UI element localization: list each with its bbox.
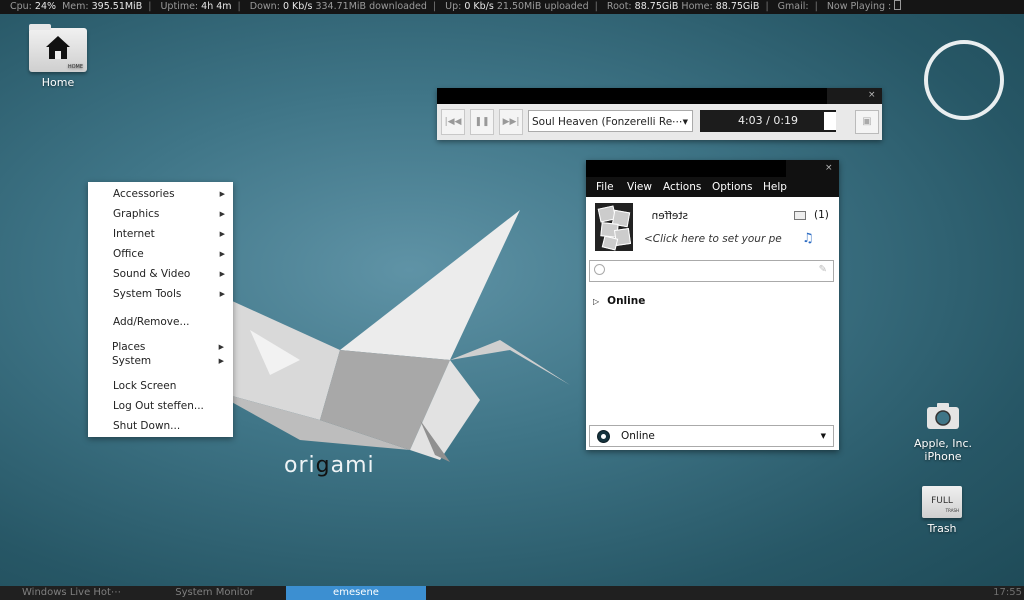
clear-search-icon[interactable]: ✎	[819, 264, 827, 275]
expander-arrow-icon[interactable]: ▷	[593, 297, 599, 306]
dropdown-arrow-icon: ▼	[682, 118, 688, 126]
emesene-titlebar[interactable]	[586, 160, 786, 177]
home-label: Home:	[681, 1, 713, 12]
menu-item-log-out[interactable]: Log Out steffen...	[113, 398, 225, 414]
nickname[interactable]: steffen	[652, 210, 688, 222]
root-label: Root:	[606, 1, 632, 12]
folder-icon: HOME	[29, 24, 87, 72]
up-label: Up:	[445, 1, 462, 12]
menu-item-system-tools[interactable]: System Tools ▶	[113, 286, 225, 302]
applications-menu: Accessories ▶ Graphics ▶ Internet ▶ Office ▶…	[88, 182, 233, 437]
group-online[interactable]: ▷ Online	[593, 295, 645, 307]
search-icon	[594, 264, 605, 275]
status-label: Online	[621, 430, 655, 442]
time-text: 4:03 / 0:19	[737, 114, 799, 127]
menu-item-graphics[interactable]: Graphics ▶	[113, 206, 225, 222]
gmail-label: Gmail:	[777, 1, 809, 12]
system-status-bar: Cpu: 24% Mem: 395.51MiB | Uptime: 4h 4m | …	[0, 0, 1024, 14]
submenu-arrow-icon: ▶	[219, 190, 225, 198]
up-total: 21.50MiB uploaded	[496, 1, 589, 12]
up-value: 0 Kb/s	[464, 1, 494, 12]
cpu-value: 24%	[34, 1, 57, 12]
mem-value: 395.51MiB	[91, 1, 143, 12]
visualizer-icon[interactable]: ▣	[855, 110, 879, 134]
trash-icon[interactable]: FULL TRASH Trash	[910, 486, 974, 535]
menu-view[interactable]: View	[627, 177, 652, 198]
player-titlebar[interactable]	[437, 88, 827, 104]
mem-label: Mem:	[62, 1, 89, 12]
camera-icon	[927, 403, 959, 429]
taskbar: Windows Live Hot⋯ System Monitor emesene…	[0, 586, 1024, 600]
dropdown-arrow-icon: ▼	[820, 432, 826, 440]
time-display-edge	[824, 112, 836, 130]
menu-item-accessories[interactable]: Accessories ▶	[113, 186, 225, 202]
menu-item-office[interactable]: Office ▶	[113, 246, 225, 262]
home-folder-icon[interactable]: HOME Home	[25, 24, 91, 89]
submenu-arrow-icon: ▶	[219, 270, 225, 278]
menu-item-lock-screen[interactable]: Lock Screen	[113, 378, 225, 394]
home-folder-tag: HOME	[67, 64, 83, 70]
trash-icon-label: Trash	[927, 522, 957, 535]
down-label: Down:	[249, 1, 280, 12]
home-icon-label: Home	[41, 76, 75, 89]
uptime-value: 4h 4m	[201, 1, 232, 12]
down-total: 334.71MiB downloaded	[315, 1, 427, 12]
emesene-close-icon[interactable]: ×	[825, 163, 833, 173]
status-selector[interactable]: Online ▼	[589, 425, 834, 447]
emesene-menubar: File View Actions Options Help	[586, 177, 839, 197]
pause-icon[interactable]: ❚❚	[470, 109, 494, 135]
iphone-device-icon[interactable]: Apple, Inc. iPhone	[896, 402, 990, 463]
submenu-arrow-icon: ▶	[219, 230, 225, 238]
task-windows-live-hotmail[interactable]: Windows Live Hot⋯	[0, 586, 143, 600]
root-value: 88.75GiB	[634, 1, 679, 12]
music-note-icon[interactable]: ♫	[802, 231, 814, 246]
trash-full-icon: FULL TRASH	[922, 486, 962, 518]
menu-file[interactable]: File	[596, 177, 614, 198]
personal-message[interactable]: <Click here to set your per⋯	[644, 233, 782, 245]
submenu-arrow-icon: ▶	[219, 290, 225, 298]
menu-item-sound-video[interactable]: Sound & Video ▶	[113, 266, 225, 282]
emesene-window: × File View Actions Options Help steffen…	[586, 160, 839, 450]
menu-item-system[interactable]: System ▶	[112, 353, 224, 369]
submenu-arrow-icon: ▶	[219, 250, 225, 258]
tray-clock[interactable]: 17:55	[993, 586, 1022, 600]
player-close-icon[interactable]: ×	[868, 90, 876, 100]
now-playing-box-icon	[894, 0, 902, 10]
cpu-label: Cpu:	[10, 1, 32, 12]
submenu-arrow-icon: ▶	[218, 357, 224, 365]
clock-ring-widget	[924, 40, 1004, 120]
menu-options[interactable]: Options	[712, 177, 753, 198]
menu-help[interactable]: Help	[763, 177, 787, 198]
group-label: Online	[607, 295, 646, 307]
music-player-window: × |◀◀ ❚❚ ▶▶| Soul Heaven (Fonzerelli Re⋯…	[437, 88, 882, 140]
now-playing-label: Now Playing :	[826, 1, 892, 12]
mail-icon[interactable]	[794, 211, 806, 220]
track-title: Soul Heaven (Fonzerelli Re⋯	[532, 116, 683, 128]
menu-item-add-remove[interactable]: Add/Remove...	[113, 314, 225, 330]
track-selector[interactable]: Soul Heaven (Fonzerelli Re⋯ ▼	[528, 110, 693, 132]
previous-track-icon[interactable]: |◀◀	[441, 109, 465, 135]
menu-item-shut-down[interactable]: Shut Down...	[113, 418, 225, 434]
menu-item-internet[interactable]: Internet ▶	[113, 226, 225, 242]
home-value: 88.75GiB	[715, 1, 760, 12]
iphone-icon-label: Apple, Inc. iPhone	[913, 437, 973, 463]
menu-actions[interactable]: Actions	[663, 177, 701, 198]
down-value: 0 Kb/s	[282, 1, 313, 12]
origami-brand-text: origami	[284, 453, 375, 478]
next-track-icon[interactable]: ▶▶|	[499, 109, 523, 135]
uptime-label: Uptime:	[160, 1, 199, 12]
contact-search-input[interactable]: ✎	[589, 260, 834, 282]
avatar[interactable]	[595, 203, 633, 251]
submenu-arrow-icon: ▶	[219, 210, 225, 218]
task-emesene[interactable]: emesene	[286, 586, 426, 600]
time-display: 4:03 / 0:19	[700, 110, 836, 132]
task-system-monitor[interactable]: System Monitor	[143, 586, 286, 600]
mail-count[interactable]: (1)	[814, 209, 829, 221]
status-online-icon	[597, 430, 610, 443]
